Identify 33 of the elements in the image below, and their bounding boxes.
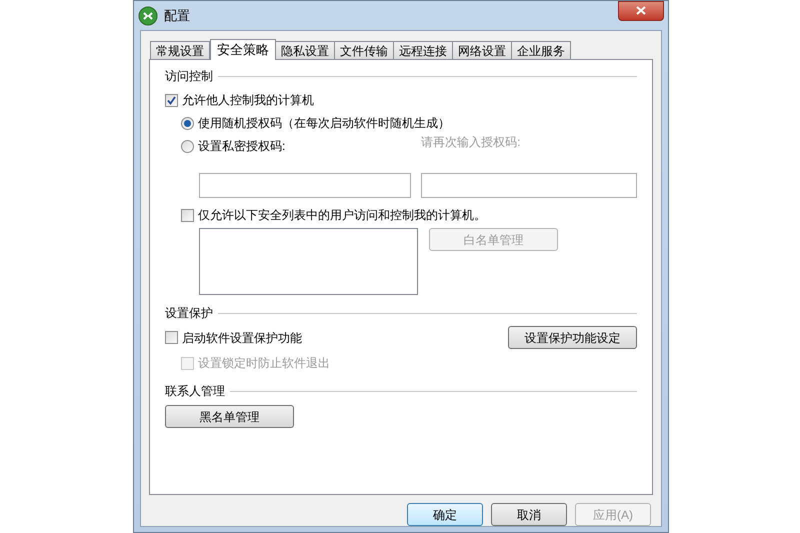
dialog-button[interactable]: 确定 (407, 503, 483, 526)
protection-settings-button[interactable]: 设置保护功能设定 (508, 326, 637, 349)
radio-button[interactable] (181, 140, 194, 152)
radio-button[interactable] (181, 116, 194, 130)
blacklist-button[interactable]: 黑名单管理 (165, 405, 294, 428)
checkbox[interactable] (165, 331, 178, 344)
radio-label: 使用随机授权码（在每次启动软件时随机生成） (198, 115, 450, 132)
checkbox-label: 仅允许以下安全列表中的用户访问和控制我的计算机。 (198, 207, 486, 224)
checkbox-label: 设置锁定时防止软件退出 (198, 355, 330, 372)
password-confirm-field[interactable] (421, 173, 637, 198)
tab[interactable]: 远程连接 (393, 41, 453, 59)
tab[interactable]: 常规设置 (150, 41, 210, 59)
tab[interactable]: 企业服务 (511, 41, 571, 59)
tab[interactable]: 安全策略 (210, 39, 276, 60)
checkbox[interactable] (181, 208, 194, 222)
app-logo-icon (138, 6, 158, 26)
close-button[interactable] (618, 0, 664, 20)
dialog-button[interactable]: 取消 (491, 503, 567, 526)
tab[interactable]: 隐私设置 (275, 41, 335, 59)
checkbox[interactable] (165, 94, 178, 106)
section-title: 设置保护 (165, 305, 213, 322)
tab[interactable]: 文件传输 (334, 41, 394, 59)
radio-label: 设置私密授权码: (198, 138, 286, 155)
password-field[interactable] (199, 173, 412, 198)
section-title: 访问控制 (165, 68, 213, 85)
section-title: 联系人管理 (165, 383, 225, 400)
checkbox-label: 允许他人控制我的计算机 (182, 92, 314, 109)
field-label: 请再次输入授权码: (421, 134, 522, 151)
checkbox-label: 启动软件设置保护功能 (182, 330, 302, 346)
window-title: 配置 (164, 6, 190, 25)
tab[interactable]: 网络设置 (452, 41, 512, 59)
whitelist-box[interactable] (199, 228, 418, 295)
close-icon (636, 6, 646, 15)
